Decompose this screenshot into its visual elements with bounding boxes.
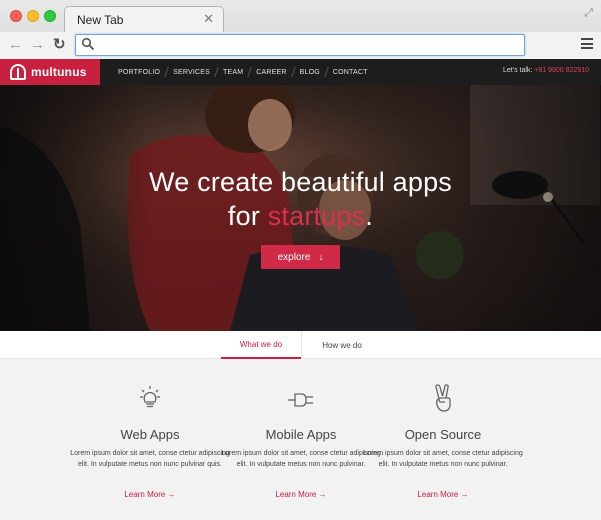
explore-button[interactable]: explore ↓: [261, 245, 340, 269]
browser-chrome: New Tab ✕ ⤢ ← → ↻: [0, 0, 601, 59]
logo[interactable]: multunus: [0, 59, 100, 85]
hero-line2-prefix: for: [227, 201, 268, 231]
logo-mark-icon: [10, 64, 26, 80]
arrow-right-icon[interactable]: →: [30, 36, 45, 54]
tab-how-we-do[interactable]: How we do: [302, 331, 382, 359]
reload-icon[interactable]: ↻: [53, 36, 66, 54]
learn-more-link[interactable]: Learn More →: [75, 490, 225, 499]
hero-accent-word: startups: [267, 201, 366, 231]
site-navbar: multunus PORTFOLIO SERVICES TEAM CAREER …: [0, 59, 601, 85]
menu-item-portfolio[interactable]: PORTFOLIO: [112, 69, 166, 76]
talk-label: Let's talk:: [503, 67, 535, 74]
hero-section: We create beautiful apps for startups. e…: [0, 85, 601, 331]
explore-label: explore: [277, 251, 311, 263]
service-title: Open Source: [404, 427, 482, 442]
plug-icon: [288, 393, 313, 407]
menu-item-team[interactable]: TEAM: [217, 69, 249, 76]
browser-tab[interactable]: New Tab ✕: [64, 6, 224, 32]
service-description: Lorem ipsum dolor sit amet, conse ctetur…: [363, 450, 523, 468]
service-title: Web Apps: [120, 427, 180, 442]
lightbulb-icon: [140, 386, 160, 408]
services-section: Web Apps Lorem ipsum dolor sit amet, con…: [0, 359, 601, 520]
hamburger-menu-icon[interactable]: [581, 38, 593, 49]
service-description: Lorem ipsum dolor sit amet, conse ctetur…: [70, 450, 230, 468]
menu-item-contact[interactable]: CONTACT: [327, 69, 374, 76]
search-icon: [81, 37, 94, 50]
fullscreen-icon[interactable]: ⤢: [584, 7, 593, 20]
arrow-down-icon: ↓: [318, 251, 324, 263]
minimize-window-button[interactable]: [27, 10, 39, 22]
arrow-left-icon[interactable]: ←: [8, 36, 23, 54]
logo-text: multunus: [31, 65, 87, 79]
section-tabs: What we do How we do: [0, 331, 601, 359]
peace-hand-icon: [435, 384, 451, 412]
tab-what-we-do[interactable]: What we do: [221, 331, 301, 359]
main-menu: PORTFOLIO SERVICES TEAM CAREER BLOG CONT…: [112, 59, 374, 85]
contact-phone: Let's talk: +91 9900 822910: [503, 67, 589, 74]
menu-item-services[interactable]: SERVICES: [167, 69, 216, 76]
phone-link[interactable]: +91 9900 822910: [534, 67, 589, 74]
close-icon[interactable]: ✕: [203, 11, 214, 27]
address-input[interactable]: [98, 37, 518, 53]
close-window-button[interactable]: [10, 10, 22, 22]
hero-line2-suffix: .: [365, 201, 374, 231]
browser-toolbar: ← → ↻: [0, 32, 601, 59]
hero-headline-line1: We create beautiful apps: [149, 167, 452, 197]
menu-item-career[interactable]: CAREER: [250, 69, 292, 76]
service-title: Mobile Apps: [265, 427, 337, 442]
zoom-window-button[interactable]: [44, 10, 56, 22]
tab-title: New Tab: [77, 13, 124, 27]
menu-item-blog[interactable]: BLOG: [294, 69, 326, 76]
hero-headline-line2: for startups.: [0, 201, 601, 232]
learn-more-link[interactable]: Learn More →: [368, 490, 518, 499]
learn-more-link[interactable]: Learn More →: [226, 490, 376, 499]
address-bar[interactable]: [75, 34, 525, 56]
service-description: Lorem ipsum dolor sit amet, conse ctetur…: [221, 450, 381, 468]
